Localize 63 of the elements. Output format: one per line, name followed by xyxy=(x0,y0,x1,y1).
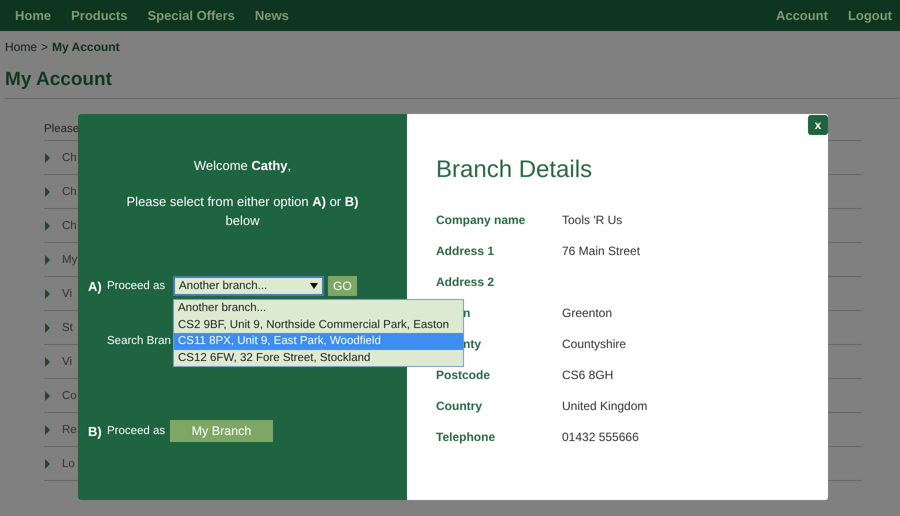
detail-value: Tools 'R Us xyxy=(562,213,622,227)
breadcrumb-separator: > xyxy=(41,40,48,56)
list-link[interactable]: St xyxy=(62,322,73,334)
arrow-icon xyxy=(45,424,50,434)
detail-label: Address 1 xyxy=(436,244,496,258)
detail-value: 76 Main Street xyxy=(562,244,640,258)
detail-label: nty xyxy=(462,337,482,351)
detail-label: Address 2 xyxy=(436,275,496,289)
page-title: My Account xyxy=(4,68,113,92)
list-link[interactable]: Co xyxy=(62,390,77,402)
list-link[interactable]: Vi xyxy=(62,288,72,300)
detail-label: Telephone xyxy=(436,430,496,444)
arrow-icon xyxy=(45,152,50,162)
option-marker: B) xyxy=(88,424,103,438)
close-button[interactable]: x xyxy=(808,115,828,135)
arrow-icon xyxy=(45,288,50,298)
arrow-icon xyxy=(45,254,50,264)
dropdown-option[interactable]: CS2 9BF, Unit 9, Northside Commercial Park, Easton xyxy=(174,316,463,333)
list-link[interactable]: Vi xyxy=(62,356,72,368)
nav-link[interactable]: Logout xyxy=(848,8,892,23)
my-branch-button[interactable]: My Branch xyxy=(170,420,273,442)
list-link[interactable]: Ch xyxy=(62,186,77,198)
list-link[interactable]: Ch xyxy=(62,152,77,164)
arrow-icon xyxy=(45,220,50,230)
instruction-text: Please select from either option A) or B) below xyxy=(126,193,360,230)
detail-value: CS6 8GH xyxy=(562,368,614,382)
breadcrumb-link[interactable]: Home xyxy=(5,40,38,62)
go-button[interactable]: GO xyxy=(328,276,357,296)
detail-value: Countyshire xyxy=(562,337,626,351)
nav-link[interactable]: Special Offers xyxy=(147,8,235,23)
list-link[interactable]: Re xyxy=(62,424,77,436)
detail-value: United Kingdom xyxy=(562,399,648,413)
details-title: Branch Details xyxy=(436,156,594,185)
detail-value: Greenton xyxy=(562,306,612,320)
option-marker: A) xyxy=(88,278,103,294)
list-link[interactable]: Lo xyxy=(62,458,75,470)
nav-link[interactable]: Home xyxy=(15,8,52,23)
welcome-text: Welcome Cathy, xyxy=(192,158,292,173)
caret-icon xyxy=(310,283,318,289)
arrow-icon xyxy=(45,186,50,196)
detail-label: Country xyxy=(436,399,483,413)
breadcrumb-current: My Account xyxy=(52,40,120,56)
intro-text: Please xyxy=(44,122,80,134)
dropdown-option[interactable]: CS11 8PX, Unit 9, East Park, Woodfield xyxy=(174,333,463,350)
nav-link[interactable]: Account xyxy=(776,8,828,23)
arrow-icon xyxy=(45,356,50,366)
detail-label: Postcode xyxy=(436,368,492,382)
proceed-label: Proceed as xyxy=(107,280,166,292)
detail-value: 01432 555666 xyxy=(562,430,639,444)
detail-label: Company name xyxy=(436,213,526,227)
branch-select[interactable]: Another branch... xyxy=(173,276,324,296)
search-label: Search Bran xyxy=(107,335,171,347)
list-link[interactable]: My xyxy=(62,254,78,266)
dropdown-option[interactable]: CS12 6FW, 32 Fore Street, Stockland xyxy=(174,350,463,366)
proceed-label: Proceed as xyxy=(107,425,166,437)
arrow-icon xyxy=(45,322,50,332)
dropdown-option[interactable]: Another branch... xyxy=(174,300,463,316)
nav-link[interactable]: News xyxy=(254,8,289,23)
detail-label: n xyxy=(462,306,472,320)
list-link[interactable]: Ch xyxy=(62,220,77,232)
nav-link[interactable]: Products xyxy=(71,8,128,23)
arrow-icon xyxy=(45,458,50,468)
arrow-icon xyxy=(45,390,50,400)
